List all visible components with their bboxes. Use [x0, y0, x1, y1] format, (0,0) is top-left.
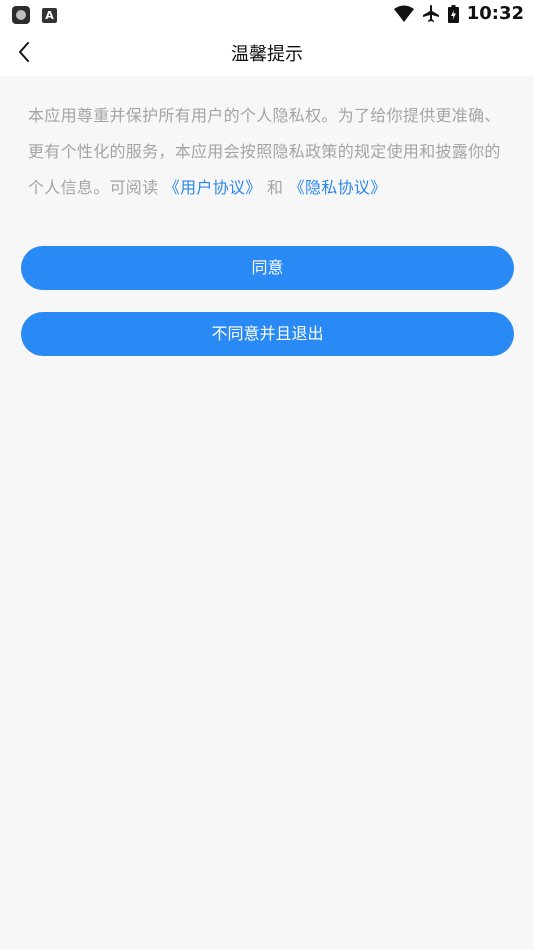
status-bar-right: 10:32: [393, 3, 524, 24]
nav-bar: 温馨提示: [0, 30, 534, 76]
agree-button[interactable]: 同意: [21, 246, 514, 290]
battery-icon: [447, 4, 459, 23]
status-bar: A 10:32: [0, 0, 534, 30]
user-agreement-link[interactable]: 《用户协议》: [164, 178, 262, 197]
page-title: 温馨提示: [231, 44, 303, 65]
privacy-notice: 本应用尊重并保护所有用户的个人隐私权。为了给你提供更准确、更有个性化的服务，本应…: [28, 98, 512, 206]
app-notification-icon: [12, 6, 30, 24]
decline-and-exit-button[interactable]: 不同意并且退出: [21, 312, 514, 356]
status-time: 10:32: [466, 3, 524, 24]
privacy-agreement-link[interactable]: 《隐私协议》: [289, 178, 387, 197]
status-bar-left: A: [12, 6, 57, 24]
a-notification-icon: A: [42, 7, 57, 23]
notice-and-text: 和: [261, 178, 289, 197]
wifi-icon: [393, 5, 414, 22]
airplane-icon: [422, 4, 439, 22]
